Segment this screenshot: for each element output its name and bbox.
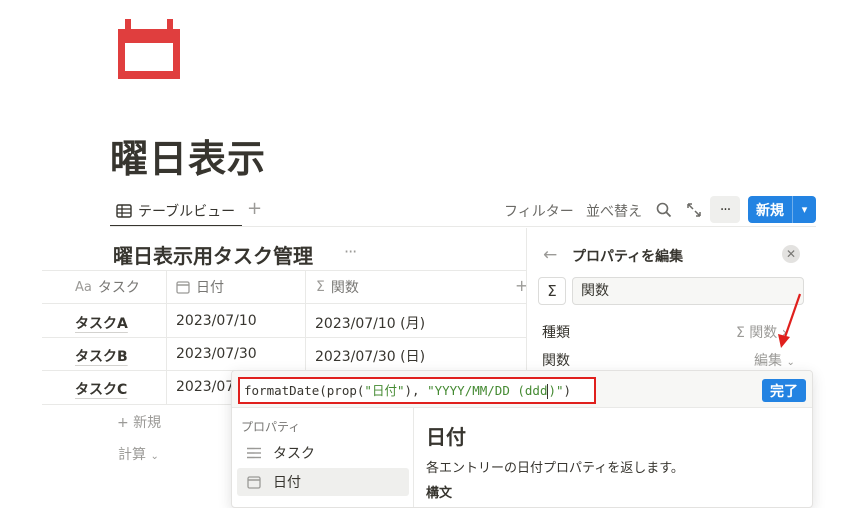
formula-string: "YYYY/MM/DD (ddd bbox=[427, 383, 548, 398]
formula-edit-button[interactable]: 編集 ⌄ bbox=[754, 350, 795, 370]
new-button[interactable]: 新規 ▾ bbox=[748, 196, 816, 223]
column-header-formula[interactable]: Σ 関数 bbox=[316, 277, 359, 297]
filter-button[interactable]: フィルター bbox=[504, 201, 574, 221]
done-button[interactable]: 完了 bbox=[762, 379, 806, 402]
chevron-down-icon[interactable]: ▾ bbox=[793, 203, 816, 216]
row-border bbox=[42, 337, 526, 338]
cell-formula[interactable]: 2023/07/10 (月) bbox=[315, 313, 425, 333]
back-arrow-icon[interactable]: ← bbox=[543, 245, 557, 265]
panel-title: プロパティを編集 bbox=[572, 249, 684, 265]
calculate-label: 計算 bbox=[118, 447, 146, 463]
view-divider bbox=[110, 226, 816, 227]
list-item-task[interactable]: タスク bbox=[237, 439, 409, 467]
text-type-icon: Aa bbox=[75, 279, 92, 295]
tab-label: テーブルビュー bbox=[138, 204, 236, 220]
database-more-button[interactable]: ··· bbox=[344, 242, 357, 261]
chevron-down-icon: ⌄ bbox=[150, 451, 159, 462]
cell-formula[interactable]: 2023/07/30 (日) bbox=[315, 346, 425, 366]
expand-icon[interactable] bbox=[683, 199, 705, 221]
page-title[interactable]: 曜日表示 bbox=[110, 128, 266, 183]
search-icon[interactable] bbox=[653, 199, 675, 221]
section-label: プロパティ bbox=[241, 420, 301, 434]
column-divider bbox=[305, 270, 306, 370]
formula-input[interactable]: formatDate(prop("日付"), "YYYY/MM/DD (ddd)… bbox=[238, 377, 596, 404]
cell-task[interactable]: タスクA bbox=[75, 313, 128, 333]
text-lines-icon bbox=[247, 447, 261, 459]
sort-button[interactable]: 並べ替え bbox=[586, 201, 642, 221]
cell-date[interactable]: 2023/07/30 bbox=[176, 346, 257, 362]
calendar-icon[interactable] bbox=[118, 19, 180, 79]
calculate-button[interactable]: 計算 ⌄ bbox=[118, 444, 159, 464]
new-row-button[interactable]: + 新規 bbox=[117, 412, 161, 432]
formula-editor-popup: formatDate(prop("日付"), "YYYY/MM/DD (ddd)… bbox=[231, 370, 813, 508]
formula-token: ) bbox=[563, 383, 572, 398]
calendar-icon bbox=[247, 475, 261, 489]
doc-description: 各エントリーの日付プロパティを返します。 bbox=[426, 461, 684, 476]
tab-table-view[interactable]: テーブルビュー bbox=[116, 200, 235, 222]
sigma-icon-button[interactable]: Σ bbox=[538, 277, 566, 305]
list-item-date[interactable]: 日付 bbox=[237, 468, 409, 496]
calendar-icon bbox=[176, 281, 190, 294]
close-icon[interactable]: ✕ bbox=[782, 245, 800, 263]
more-options-button[interactable]: ··· bbox=[710, 196, 740, 223]
cell-task[interactable]: タスクB bbox=[75, 346, 128, 366]
formula-label: 関数 bbox=[542, 353, 570, 369]
cell-task[interactable]: タスクC bbox=[75, 379, 127, 399]
formula-edit-text: 編集 bbox=[754, 353, 782, 369]
column-header-task[interactable]: Aa タスク bbox=[75, 277, 140, 297]
doc-title: 日付 bbox=[426, 425, 466, 449]
column-label: タスク bbox=[97, 280, 140, 296]
sigma-icon: Σ bbox=[316, 279, 325, 295]
new-button-label: 新規 bbox=[756, 202, 784, 219]
column-label: 関数 bbox=[330, 280, 359, 296]
formula-string: "日付" bbox=[364, 383, 405, 398]
chevron-down-icon: ⌄ bbox=[786, 357, 795, 368]
formula-token: formatDate(prop( bbox=[244, 383, 365, 398]
column-header-date[interactable]: 日付 bbox=[176, 277, 224, 297]
database-title[interactable]: 曜日表示用タスク管理 bbox=[113, 240, 313, 269]
cell-date[interactable]: 2023/07/ bbox=[176, 379, 239, 395]
formula-token: ), bbox=[404, 383, 428, 398]
table-top-border bbox=[42, 270, 526, 271]
type-label: 種類 bbox=[542, 325, 570, 341]
table-icon bbox=[116, 204, 132, 218]
doc-subtitle: 構文 bbox=[426, 486, 453, 501]
list-item-label: 日付 bbox=[273, 475, 301, 491]
annotation-arrow-icon bbox=[778, 293, 802, 348]
column-divider bbox=[166, 270, 167, 404]
cell-date[interactable]: 2023/07/10 bbox=[176, 313, 257, 329]
row-border bbox=[42, 303, 526, 304]
formula-string: )" bbox=[548, 383, 564, 398]
column-label: 日付 bbox=[196, 280, 224, 296]
row-border bbox=[42, 404, 232, 405]
list-item-label: タスク bbox=[273, 446, 315, 462]
add-view-button[interactable]: + bbox=[247, 198, 262, 219]
